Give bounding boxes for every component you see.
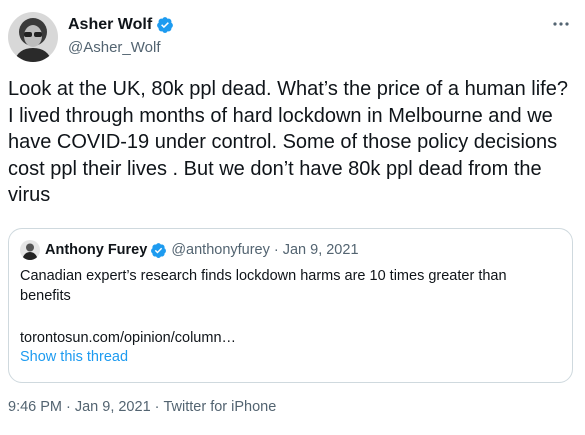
quoted-tweet-header: Anthony Furey @anthonyfurey · Jan 9, 202…: [20, 240, 359, 260]
separator-dot: ·: [154, 399, 160, 415]
avatar[interactable]: [8, 12, 58, 62]
author-names: Asher Wolf @Asher_Wolf: [68, 14, 174, 56]
tweet-text: Look at the UK, 80k ppl dead. What’s the…: [8, 78, 568, 206]
quoted-date: Jan 9, 2021: [282, 242, 359, 258]
verified-badge-icon: [150, 242, 167, 259]
show-thread-link[interactable]: Show this thread: [20, 349, 128, 365]
tweet-time[interactable]: 9:46 PM: [8, 399, 62, 415]
quoted-tweet-text: Canadian expert’s research finds lockdow…: [20, 268, 507, 304]
verified-badge-icon: [156, 16, 174, 34]
quoted-tweet[interactable]: Anthony Furey @anthonyfurey · Jan 9, 202…: [8, 228, 573, 383]
handle[interactable]: @Asher_Wolf: [68, 39, 174, 56]
quoted-display-name: Anthony Furey: [45, 242, 148, 258]
quoted-handle: @anthonyfurey: [171, 242, 270, 258]
tweet-date[interactable]: Jan 9, 2021: [75, 399, 151, 415]
quoted-avatar: [20, 240, 40, 260]
ellipsis-icon[interactable]: [550, 16, 572, 32]
tweet-card: Asher Wolf @Asher_Wolf Look at the UK, 8…: [0, 0, 585, 435]
separator-dot: ·: [66, 399, 71, 415]
separator-dot: ·: [273, 242, 279, 258]
quoted-link[interactable]: torontosun.com/opinion/column…: [20, 330, 236, 346]
tweet-source[interactable]: Twitter for iPhone: [163, 399, 276, 415]
display-name[interactable]: Asher Wolf: [68, 16, 152, 34]
tweet-header: Asher Wolf @Asher_Wolf: [8, 12, 578, 64]
tweet-meta: 9:46 PM · Jan 9, 2021 · Twitter for iPho…: [8, 399, 276, 415]
